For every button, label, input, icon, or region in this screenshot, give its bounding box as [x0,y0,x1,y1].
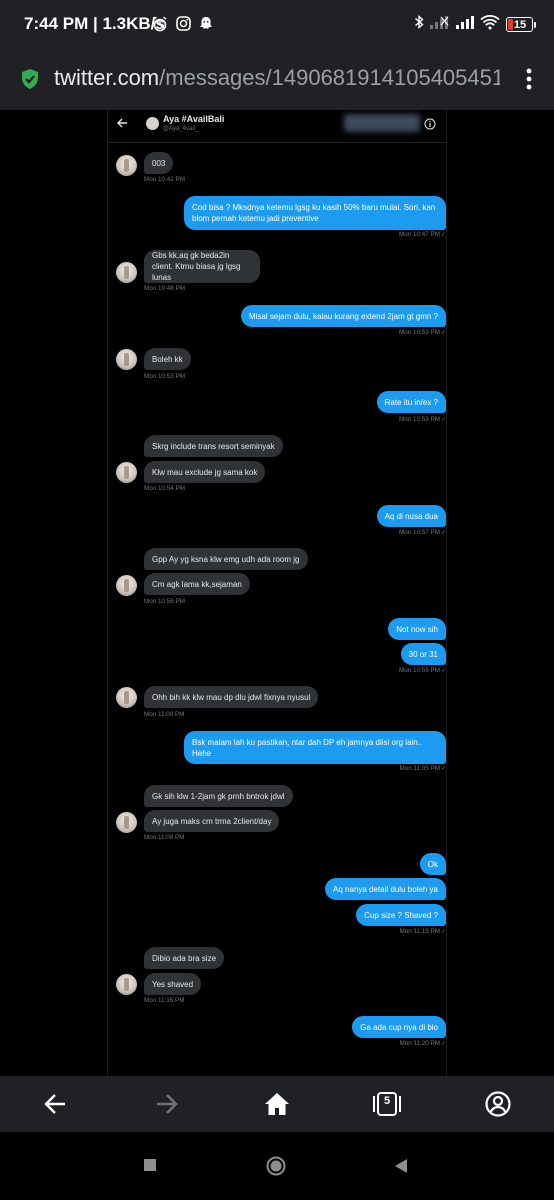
info-icon[interactable] [424,117,436,135]
signal-2-icon [456,15,474,34]
home-icon[interactable] [262,1090,292,1118]
sent-message: Ga ada cup nya di bio [352,1016,446,1038]
url-host: twitter.com [54,65,160,90]
secure-shield-icon [20,68,40,95]
contact-handle: @Aya_4vail_ [163,126,199,132]
sent-message: Bsk malam lah ku pastikan, ntar dah DP e… [184,731,446,764]
message-timestamp: Mon 10:53 PM✓ [399,416,446,423]
received-message: Skrg include trans resort seminyak [144,435,283,457]
contact-avatar-small[interactable] [116,974,137,995]
sent-message: 30 or 31 [400,643,446,665]
sent-message: Cup size ? Shaved ? [356,904,446,926]
sent-message: Aq di nusa dua [376,505,446,527]
received-message: Ay juga maks cm trma 2client/day [144,810,280,832]
contact-avatar-small[interactable] [116,349,137,370]
redacted-area [344,114,420,132]
received-message: Gpp Ay yg ksna klw emg udh ada room jg [144,548,308,570]
contact-avatar-small[interactable] [116,687,137,708]
message-timestamp: Mon 10:53 PM✓ [399,329,446,336]
status-bar: 7:44 PM | 1.3KB/s 15 [0,0,554,52]
back-triangle-icon[interactable] [394,1158,408,1179]
contact-avatar-small[interactable] [116,462,137,483]
sent-message: Not now sih [388,618,446,640]
contact-avatar-small[interactable] [116,575,137,596]
twitter-dm-page: Aya #AvailBali @Aya_4vail_ 003 Mon 10:42… [0,110,554,1076]
recents-icon[interactable] [143,1158,157,1177]
received-message: Ohh bih kk klw mau dp dlu jdwl fixnya ny… [144,686,319,708]
bluetooth-icon [414,14,424,35]
message-timestamp: Mon 11:05 PM✓ [399,765,446,772]
message-timestamp: Mon 10:48 PM [144,285,185,292]
column-divider-right [446,110,447,1076]
contact-name[interactable]: Aya #AvailBali [163,114,224,124]
received-message: Dibio ada bra size [144,947,225,969]
message-timestamp: Mon 10:47 PM✓ [399,231,446,238]
message-timestamp: Mon 10:58 PM [144,598,185,605]
back-icon[interactable] [40,1090,70,1118]
account-icon[interactable] [483,1090,513,1118]
received-message: Boleh kk [144,348,191,370]
browser-bottom-bar: 5 [0,1076,554,1132]
contact-avatar-small[interactable] [116,155,137,176]
column-divider-left [107,110,108,1076]
sent-message: Ok [419,853,446,875]
contact-avatar-small[interactable] [116,812,137,833]
forward-icon[interactable] [152,1090,182,1118]
message-timestamp: Mon 10:59 PM✓ [399,667,446,674]
battery-level: 15 [513,19,527,31]
message-timestamp: Mon 11:08 PM [144,834,185,841]
battery-icon: 15 [506,17,536,32]
alarm-icon [152,16,168,37]
sent-message: Rate itu in/ex ? [376,391,446,413]
received-message: Cm agk lama kk,sejaman [144,573,250,595]
url-text[interactable]: twitter.com/messages/1490681914105405451… [54,65,500,91]
sent-message: Cod bisa ? Mksdnya ketemu lgsg ku kasih … [184,196,446,230]
tab-count: 5 [383,1095,391,1107]
message-timestamp: Mon 11:16 PM [144,997,185,1004]
received-message: 003 [144,152,174,174]
message-timestamp: Mon 11:20 PM✓ [399,1040,446,1047]
url-path: /messages/1490681914105405451-14 [159,65,500,90]
received-message: Gk sih klw 1-2jam gk prnh bntrok jdwl [144,785,293,807]
wifi-icon [480,14,500,35]
sent-message: Aq nanya detail dulu boleh ya [325,878,446,900]
back-arrow-icon[interactable] [116,116,128,134]
message-timestamp: Mon 10:42 PM [144,176,185,183]
message-timestamp: Mon 11:00 PM [144,711,185,718]
system-nav-bar [0,1132,554,1200]
home-circle-icon[interactable] [266,1156,286,1181]
tabs-button[interactable]: 5 [372,1090,402,1118]
message-timestamp: Mon 10:57 PM✓ [399,529,446,536]
message-timestamp: Mon 10:53 PM [144,373,185,380]
instagram-icon [176,16,191,36]
status-time: 7:44 PM | 1.3KB/s [24,14,165,33]
message-timestamp: Mon 10:54 PM [144,485,185,492]
contact-avatar-small[interactable] [116,262,137,283]
message-timestamp: Mon 11:15 PM✓ [399,928,446,935]
received-message: Klw mau exclude jg sama kok [144,461,266,483]
contact-avatar[interactable] [146,117,159,130]
overflow-menu-icon[interactable] [526,68,532,95]
conversation-header: Aya #AvailBali @Aya_4vail_ [108,110,446,143]
received-message: Yes shaved [144,973,202,995]
signal-1-icon [430,15,450,34]
sent-message: Misal sejam dulu, kalau kurang extend 2j… [241,305,446,327]
snapchat-icon [199,16,213,36]
received-message: Gbs kk,aq gk beda2in client. Ktmu biasa … [144,250,260,283]
browser-url-bar[interactable]: twitter.com/messages/1490681914105405451… [0,52,554,110]
